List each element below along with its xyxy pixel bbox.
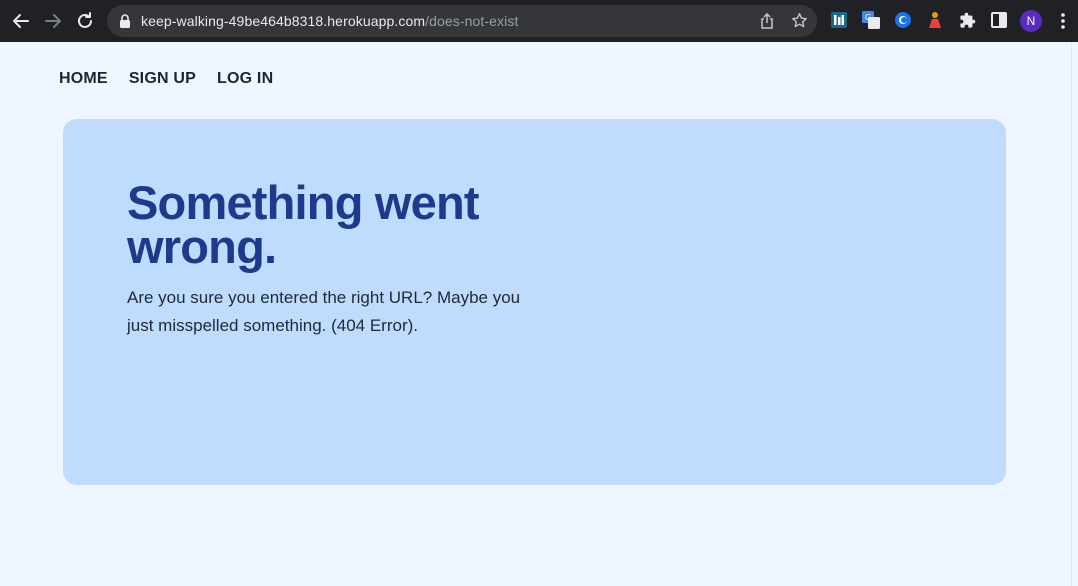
extension-icon[interactable] <box>830 11 848 29</box>
back-arrow-icon[interactable] <box>8 8 34 34</box>
error-title: Something went wrong. <box>127 176 480 273</box>
svg-text:G: G <box>865 13 871 22</box>
address-bar[interactable]: keep-walking-49be464b8318.herokuapp.com/… <box>107 5 817 37</box>
puzzle-icon[interactable] <box>958 11 976 29</box>
url-path: /does-not-exist <box>425 13 519 29</box>
url-host: keep-walking-49be464b8318.herokuapp.com <box>141 13 426 29</box>
url-text[interactable]: keep-walking-49be464b8318.herokuapp.com/… <box>141 5 518 37</box>
figure-extension-icon[interactable] <box>926 11 944 29</box>
lock-icon[interactable] <box>119 14 131 33</box>
nav-home-link[interactable]: HOME <box>59 70 108 88</box>
error-message: Are you sure you entered the right URL? … <box>127 288 521 335</box>
side-panel-icon[interactable] <box>990 11 1008 29</box>
reload-icon[interactable] <box>72 8 98 34</box>
nav-login-link[interactable]: LOG IN <box>217 70 273 88</box>
browser-extension-icon[interactable] <box>894 11 912 29</box>
main-nav: HOME SIGN UP LOG IN <box>59 70 273 88</box>
share-icon[interactable] <box>759 12 775 34</box>
star-icon[interactable] <box>791 12 808 34</box>
nav-signup-link[interactable]: SIGN UP <box>129 70 196 88</box>
browser-toolbar: keep-walking-49be464b8318.herokuapp.com/… <box>0 0 1078 42</box>
page-viewport: HOME SIGN UP LOG IN Something went wrong… <box>0 42 1078 586</box>
profile-avatar[interactable]: N <box>1020 10 1042 32</box>
page-scrollbar[interactable] <box>1071 42 1078 586</box>
error-card: Something went wrong. Are you sure you e… <box>63 119 1006 485</box>
forward-arrow-icon[interactable] <box>40 8 66 34</box>
menu-icon[interactable] <box>1056 11 1070 36</box>
translate-icon[interactable]: G <box>862 11 880 29</box>
